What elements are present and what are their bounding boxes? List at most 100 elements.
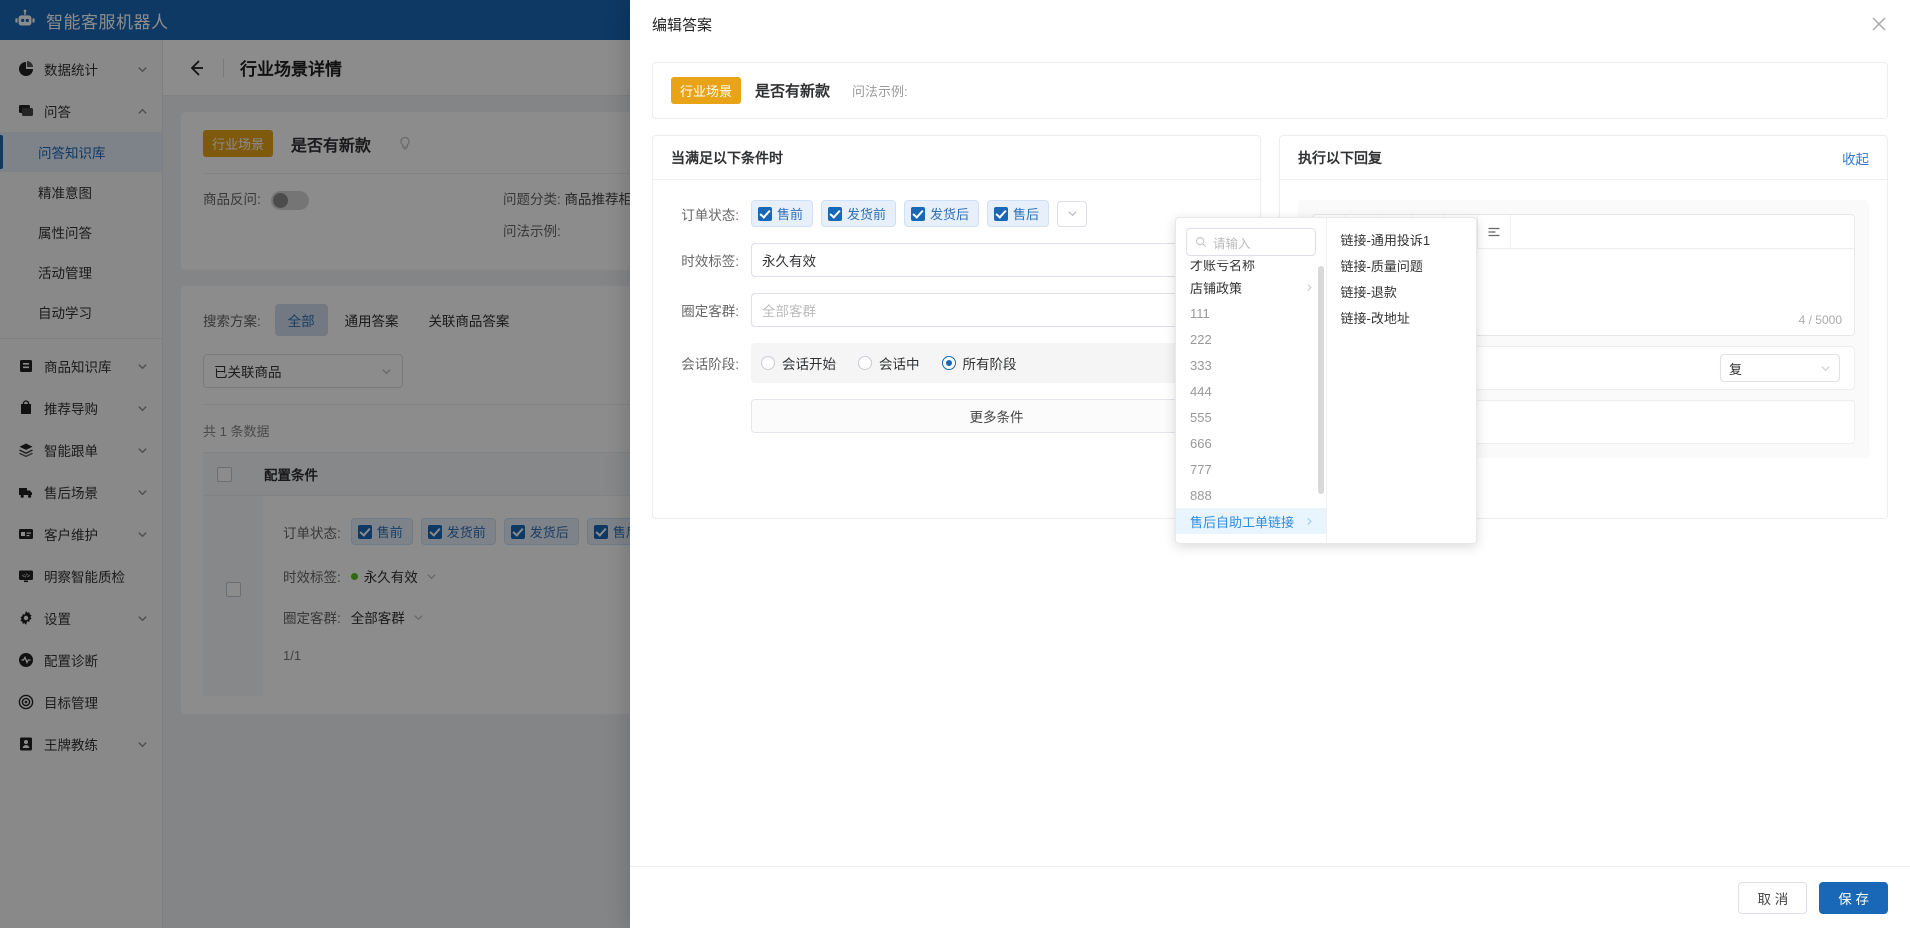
- chevron-right-icon: [1306, 283, 1312, 291]
- cascader-item-label: 才账亏名称: [1190, 260, 1256, 273]
- condition-order-status-row: 订单状态: 售前 发货前 发货后 售后: [671, 200, 1242, 227]
- question-name: 是否有新款: [755, 83, 831, 100]
- cascader-item-444[interactable]: 444: [1176, 378, 1326, 404]
- search-icon: [1195, 236, 1207, 248]
- checkbox-checked-icon: [758, 206, 772, 221]
- cascader-sub-item-label: 链接-退款: [1340, 284, 1397, 300]
- save-button[interactable]: 保 存: [1819, 881, 1888, 914]
- app-root: 智能客服机器人 数据统计 问答 问答知识库 精准意图 属性问答 活动管理 自动学…: [0, 0, 1910, 928]
- more-conditions-button[interactable]: 更多条件: [751, 399, 1242, 433]
- condition-panel-header: 当满足以下条件时: [653, 136, 1260, 180]
- condition-validity-row: 时效标签: 永久有效: [671, 243, 1242, 277]
- cascader-sub-item-label: 链接-通用投诉1: [1340, 232, 1431, 248]
- cascader-scrollbar[interactable]: [1317, 266, 1324, 494]
- order-status-label: 订单状态:: [681, 207, 739, 223]
- cascader-item-label: 444: [1190, 383, 1212, 399]
- order-status-aftersale[interactable]: 售后: [987, 200, 1050, 227]
- checkbox-checked-icon: [994, 206, 1009, 221]
- cascader-item-333[interactable]: 333: [1176, 352, 1326, 378]
- pill-label: 发货后: [930, 207, 970, 222]
- cascader-item-label: 店铺政策: [1190, 280, 1243, 296]
- audience-label: 圈定客群:: [681, 304, 739, 319]
- drawer-title: 编辑答案: [652, 16, 713, 34]
- drawer-header: 编辑答案: [630, 0, 1910, 48]
- radio-label: 会话中: [879, 357, 920, 372]
- stage-label: 会话阶段:: [681, 357, 739, 372]
- order-status-postship[interactable]: 发货后: [904, 200, 980, 227]
- radio-icon: [761, 356, 775, 370]
- close-icon[interactable]: [1870, 15, 1888, 33]
- reply-panel-header: 执行以下回复 收起: [1280, 136, 1887, 180]
- cascader-sub-item-complaint[interactable]: 链接-通用投诉1: [1327, 226, 1477, 252]
- condition-panel: 当满足以下条件时 订单状态: 售前 发货前 发货后 售后 时效标签: 永久有效 …: [652, 135, 1261, 519]
- cascader-sub-item-label: 链接-质量问题: [1340, 258, 1423, 274]
- drawer-footer: 取 消 保 存: [630, 866, 1910, 928]
- cascader-item-222[interactable]: 222: [1176, 326, 1326, 352]
- cascader-item-label: 777: [1190, 461, 1212, 477]
- condition-panel-title: 当满足以下条件时: [671, 149, 783, 166]
- cancel-button[interactable]: 取 消: [1738, 881, 1808, 914]
- cascader-item-partial[interactable]: 才账亏名称: [1176, 260, 1326, 274]
- chevron-down-icon: [1067, 211, 1077, 217]
- cascader-item-shop-policy[interactable]: 店铺政策: [1176, 274, 1326, 300]
- cascader-item-label: 111: [1190, 305, 1210, 321]
- stage-option-start[interactable]: 会话开始: [761, 353, 836, 373]
- order-status-more-button[interactable]: [1057, 200, 1088, 227]
- cascader-item-111[interactable]: 111: [1176, 300, 1326, 326]
- order-status-preship[interactable]: 发货前: [821, 200, 897, 227]
- validity-label: 时效标签:: [681, 254, 739, 269]
- stage-option-all[interactable]: 所有阶段: [941, 353, 1017, 373]
- list-icon[interactable]: [1478, 214, 1511, 249]
- cascader-item-label: 555: [1190, 409, 1212, 425]
- cascader-list-1: 才账亏名称 店铺政策 111 222 333 444 555 666 777 8…: [1176, 260, 1326, 537]
- pill-label: 售前: [777, 207, 804, 222]
- cascader-item-777[interactable]: 777: [1176, 456, 1326, 482]
- cascader-item-888[interactable]: 888: [1176, 482, 1326, 508]
- auto-send-select[interactable]: 复: [1720, 354, 1840, 382]
- stage-options: 会话开始 会话中 所有阶段: [751, 343, 1219, 383]
- cascader-search-placeholder: 请输入: [1213, 236, 1251, 251]
- cascader-column-1: 请输入 才账亏名称 店铺政策 111 222 333 444 555 666 7…: [1176, 218, 1327, 543]
- chevron-down-icon: [1821, 365, 1830, 371]
- cascader-item-label: 售后自助工单链接: [1190, 514, 1295, 530]
- checkbox-checked-icon: [828, 206, 843, 221]
- cascader-sub-item-change-address[interactable]: 链接-改地址: [1327, 304, 1477, 330]
- condition-audience-row: 圈定客群: 全部客群: [671, 293, 1242, 327]
- cascader-item-label: 222: [1190, 331, 1212, 347]
- radio-selected-icon: [941, 356, 956, 370]
- cascader-item-label: 333: [1190, 357, 1212, 373]
- cascader-sub-item-label: 链接-改地址: [1340, 310, 1410, 326]
- radio-label: 所有阶段: [962, 357, 1017, 372]
- cascader-item-label: 888: [1190, 487, 1212, 503]
- chevron-right-icon: [1306, 517, 1312, 525]
- cascader-item-label: 666: [1190, 435, 1212, 451]
- cascader-sub-item-quality[interactable]: 链接-质量问题: [1327, 252, 1477, 278]
- validity-select[interactable]: 永久有效: [751, 243, 1242, 277]
- stage-option-during[interactable]: 会话中: [858, 353, 920, 373]
- condition-stage-row: 会话阶段: 会话开始 会话中 所有阶段: [671, 343, 1242, 383]
- cascader-column-2: 链接-通用投诉1 链接-质量问题 链接-退款 链接-改地址: [1327, 218, 1477, 543]
- audience-select[interactable]: 全部客群: [751, 293, 1242, 327]
- audience-placeholder: 全部客群: [762, 304, 816, 319]
- cascader-sub-item-refund[interactable]: 链接-退款: [1327, 278, 1477, 304]
- cascader-item-555[interactable]: 555: [1176, 404, 1326, 430]
- link-cascader-dropdown: 请输入 才账亏名称 店铺政策 111 222 333 444 555 666 7…: [1175, 217, 1477, 544]
- char-counter: 4 / 5000: [1798, 313, 1842, 327]
- pill-label: 售后: [1013, 207, 1040, 222]
- condition-panel-body: 订单状态: 售前 发货前 发货后 售后 时效标签: 永久有效 圈定客群: 全部客…: [653, 180, 1260, 455]
- cascader-item-aftersale-ticket-link[interactable]: 售后自助工单链接: [1176, 508, 1326, 534]
- question-banner: 行业场景 是否有新款 问法示例:: [652, 62, 1888, 119]
- checkbox-checked-icon: [911, 206, 926, 221]
- pill-label: 发货前: [847, 207, 887, 222]
- example-label: 问法示例:: [852, 84, 908, 99]
- cascader-search-input[interactable]: 请输入: [1186, 228, 1316, 256]
- order-status-presale[interactable]: 售前: [751, 200, 814, 227]
- cascader-item-666[interactable]: 666: [1176, 430, 1326, 456]
- radio-icon: [858, 356, 872, 370]
- radio-label: 会话开始: [782, 357, 836, 372]
- collapse-button[interactable]: 收起: [1842, 148, 1869, 168]
- more-conditions-label: 更多条件: [969, 410, 1024, 425]
- validity-value: 永久有效: [762, 254, 816, 269]
- reply-panel-title: 执行以下回复: [1298, 149, 1382, 166]
- scene-tag: 行业场景: [671, 77, 742, 104]
